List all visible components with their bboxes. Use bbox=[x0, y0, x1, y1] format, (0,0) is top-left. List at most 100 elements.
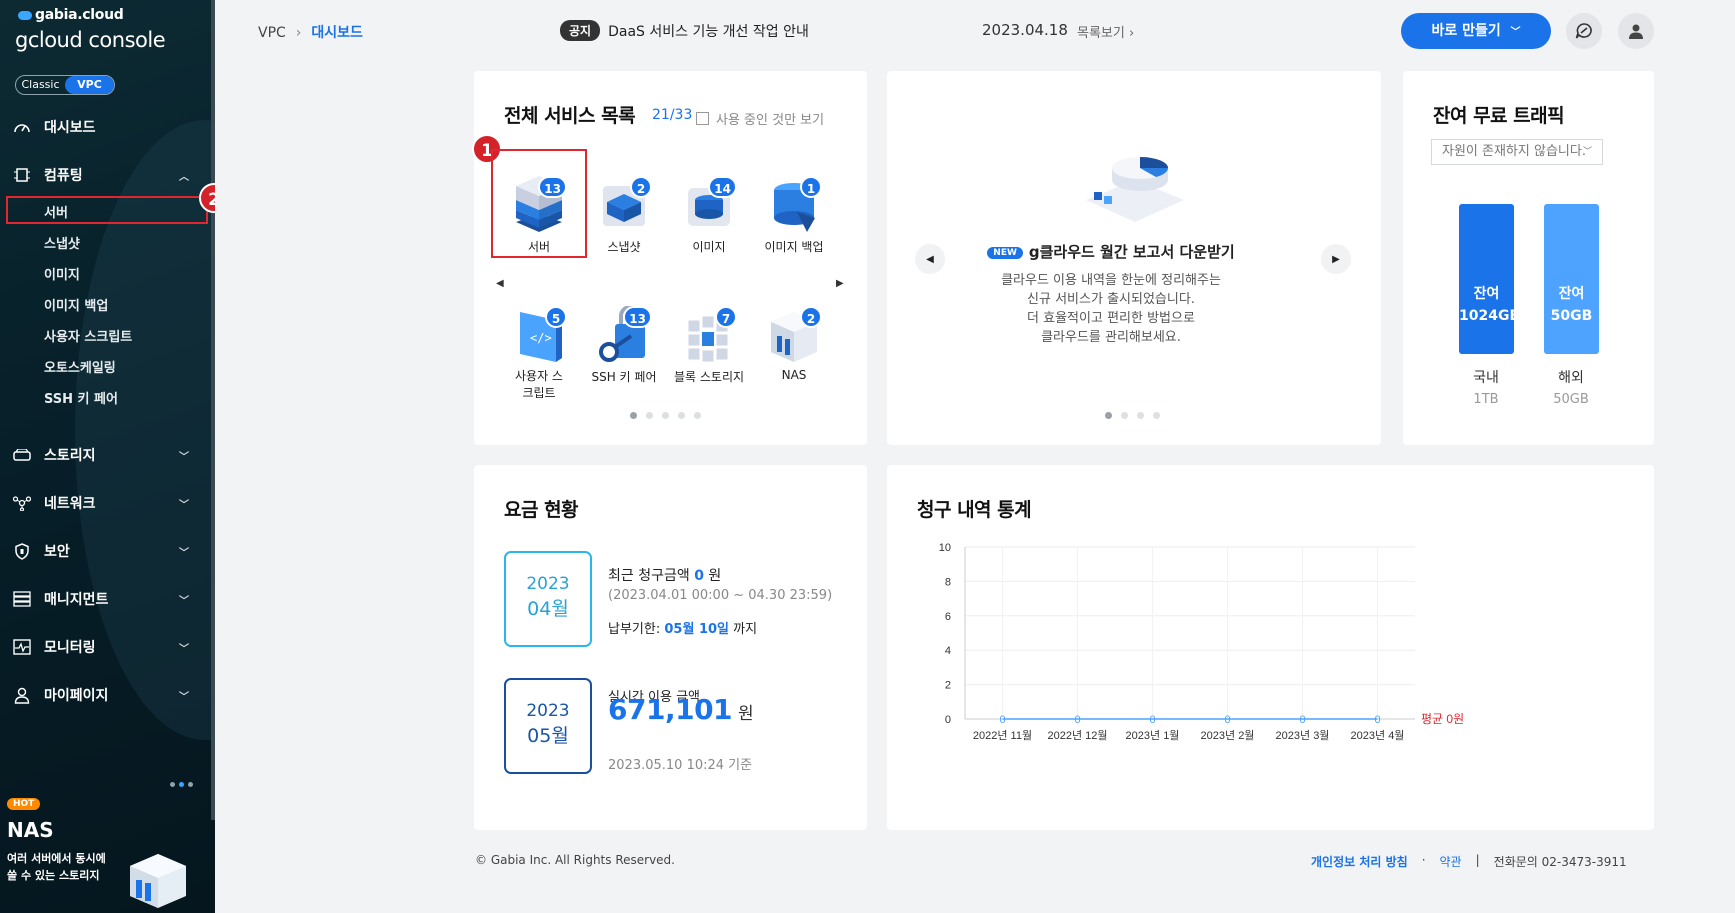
service-tile-image-backup[interactable]: 1 이미지 백업 bbox=[754, 176, 834, 255]
terms-link[interactable]: 약관 bbox=[1440, 853, 1462, 870]
env-classic[interactable]: Classic bbox=[16, 76, 65, 94]
sidebar-item-network[interactable]: 네트워크 ﹀ bbox=[12, 491, 197, 515]
x-tick-label: 2022년 12월 bbox=[1047, 729, 1107, 742]
sidebar-subitem-image-backup[interactable]: 이미지 백업 bbox=[44, 295, 108, 314]
y-tick-label: 10 bbox=[939, 542, 951, 554]
env-vpc[interactable]: VPC bbox=[65, 76, 114, 94]
footer-dot: · bbox=[1421, 853, 1426, 867]
billing-chart-card: 청구 내역 통계 0 2 4 6 8 10 2022년 11월 2022년 12월 2023년 … bbox=[887, 465, 1654, 830]
service-list-card: 전체 서비스 목록 21/33 사용 중인 것만 보기 1 13 서버 2 스냅… bbox=[472, 71, 867, 445]
sidebar-item-dashboard[interactable]: 대시보드 bbox=[12, 115, 197, 139]
sidebar-subitem-autoscaling[interactable]: 오토스케일링 bbox=[44, 357, 116, 376]
sidebar-label: 매니지먼트 bbox=[44, 592, 109, 608]
traffic-label-overseas: 해외 bbox=[1558, 370, 1584, 386]
notice-text[interactable]: DaaS 서비스 기능 개선 작업 안내 bbox=[608, 21, 809, 41]
traffic-total-domestic: 1TB bbox=[1473, 392, 1499, 407]
data-label: 0 bbox=[999, 714, 1005, 726]
sidebar-subitem-image[interactable]: 이미지 bbox=[44, 264, 80, 283]
due-date: 납부기한: 05월 10일 까지 bbox=[608, 622, 758, 637]
data-label: 0 bbox=[1374, 714, 1380, 726]
sidebar-item-storage[interactable]: 스토리지 ﹀ bbox=[12, 443, 197, 467]
server-rack-icon bbox=[12, 590, 32, 608]
sidebar-label: 마이페이지 bbox=[44, 688, 109, 704]
monitor-pulse-icon bbox=[12, 638, 32, 656]
y-tick-label: 0 bbox=[945, 714, 951, 726]
service-label: 서버 bbox=[527, 240, 551, 254]
sidebar: gabia.cloud gcloud console Classic VPC 대… bbox=[0, 0, 215, 913]
notice[interactable]: 공지 DaaS 서비스 기능 개선 작업 안내 bbox=[560, 20, 809, 41]
x-tick-label: 2023년 2월 bbox=[1201, 729, 1255, 742]
fee-status-card: 요금 현황 2023 04월 최근 청구금액 0 원 (2023.04.01 00… bbox=[474, 465, 867, 830]
sidebar-subitem-snapshot[interactable]: 스냅샷 bbox=[44, 233, 80, 252]
service-tile-image[interactable]: 14 이미지 bbox=[669, 176, 749, 255]
service-tile-snapshot[interactable]: 2 스냅샷 bbox=[584, 176, 664, 255]
resource-select[interactable]: 자원이 존재하지 않습니다. ﹀ bbox=[1431, 139, 1603, 165]
env-toggle[interactable]: Classic VPC bbox=[15, 75, 115, 95]
carousel-prev-icon[interactable]: ◀ bbox=[496, 278, 504, 289]
sidebar-scrollbar[interactable] bbox=[211, 0, 215, 820]
chevron-down-icon: ﹀ bbox=[1510, 27, 1521, 38]
privacy-link[interactable]: 개인정보 처리 방침 bbox=[1311, 853, 1408, 870]
count-badge: 13 bbox=[538, 176, 567, 198]
count-badge: 7 bbox=[715, 306, 737, 328]
chip-icon bbox=[12, 166, 32, 184]
notice-more-link[interactable]: 목록보기 › bbox=[1077, 22, 1134, 41]
brand-logo[interactable]: gabia.cloud bbox=[18, 7, 124, 23]
service-tile-ssh-keypair[interactable]: 13 SSH 키 페어 bbox=[584, 305, 664, 385]
fee-status-title: 요금 현황 bbox=[504, 499, 579, 521]
sidebar-subitem-ssh-keypair[interactable]: SSH 키 페어 bbox=[44, 388, 118, 407]
service-tile-block-storage[interactable]: 7 블록 스토리지 bbox=[669, 306, 749, 385]
banner-pagination[interactable] bbox=[1105, 412, 1160, 419]
quick-create-button[interactable]: 바로 만들기 ﹀ bbox=[1401, 13, 1551, 49]
service-tile-server[interactable]: 13 서버 bbox=[499, 176, 579, 255]
promo-banner[interactable]: HOT NAS 여러 서버에서 동시에 쓸 수 있는 스토리지 bbox=[0, 760, 211, 913]
active-only-checkbox[interactable]: 사용 중인 것만 보기 bbox=[696, 109, 824, 128]
phone-contact: 전화문의 02-3473-3911 bbox=[1493, 855, 1627, 869]
service-tile-nas[interactable]: 2 NAS bbox=[754, 306, 834, 382]
user-icon bbox=[1629, 24, 1643, 39]
y-tick-label: 6 bbox=[945, 611, 951, 623]
service-label: SSH 키 페어 bbox=[591, 370, 657, 384]
sidebar-item-mypage[interactable]: 마이페이지 ﹀ bbox=[12, 683, 197, 707]
sidebar-item-management[interactable]: 매니지먼트 ﹀ bbox=[12, 587, 197, 611]
sidebar-item-security[interactable]: 보안 ﹀ bbox=[12, 539, 197, 563]
notice-date: 2023.04.18 bbox=[982, 21, 1068, 39]
nas-cube-icon bbox=[130, 854, 186, 908]
free-traffic-title: 잔여 무료 트래픽 bbox=[1433, 105, 1565, 127]
sidebar-label: 대시보드 bbox=[44, 120, 96, 136]
service-label: 스냅샷 bbox=[607, 240, 641, 254]
service-label: NAS bbox=[781, 368, 807, 382]
chevron-up-icon: ︿ bbox=[179, 171, 189, 183]
promo-pagination[interactable] bbox=[170, 782, 193, 787]
sidebar-subitem-user-script[interactable]: 사용자 스크립트 bbox=[44, 326, 132, 345]
promo-desc: 여러 서버에서 동시에 쓸 수 있는 스토리지 bbox=[7, 852, 106, 882]
service-pagination[interactable] bbox=[630, 412, 701, 419]
svg-text:</>: </> bbox=[530, 331, 552, 345]
service-tile-user-script[interactable]: </> 5 사용자 스크립트 bbox=[499, 306, 579, 402]
promo-title: NAS bbox=[7, 818, 54, 842]
chevron-right-icon: › bbox=[1128, 26, 1135, 41]
console-title[interactable]: gcloud console bbox=[15, 28, 166, 52]
chat-bubble-icon bbox=[1575, 23, 1592, 39]
shield-icon bbox=[12, 542, 32, 560]
breadcrumb-current[interactable]: 대시보드 bbox=[311, 25, 363, 41]
sidebar-item-computing[interactable]: 컴퓨팅 ︿ bbox=[12, 163, 197, 187]
breadcrumb-separator: › bbox=[295, 25, 302, 41]
count-badge: 13 bbox=[623, 306, 652, 328]
footer-divider: | bbox=[1475, 853, 1480, 867]
checkbox-icon bbox=[696, 112, 709, 125]
chat-button[interactable] bbox=[1566, 13, 1602, 49]
sidebar-item-monitoring[interactable]: 모니터링 ﹀ bbox=[12, 635, 197, 659]
current-month-box: 2023 05월 bbox=[504, 678, 592, 774]
data-label: 0 bbox=[1149, 714, 1155, 726]
sidebar-label: 보안 bbox=[44, 544, 70, 560]
free-traffic-card: 잔여 무료 트래픽 자원이 존재하지 않습니다. ﹀ 잔여 1024GB 잔여 50G… bbox=[1403, 71, 1654, 445]
average-annotation: 평균 0원 bbox=[1421, 712, 1464, 726]
billing-period: (2023.04.01 00:00 ~ 04.30 23:59) bbox=[608, 588, 833, 603]
breadcrumb-root[interactable]: VPC bbox=[258, 25, 286, 41]
carousel-next-icon[interactable]: ▶ bbox=[836, 278, 844, 289]
report-banner-card[interactable]: ◀ ▶ NEW g클라우드 월간 보고서 다운받기 클라우드 이용 내역을 한눈에… bbox=[887, 71, 1381, 445]
banner-title[interactable]: NEW g클라우드 월간 보고서 다운받기 bbox=[887, 241, 1335, 262]
traffic-label-domestic: 국내 bbox=[1473, 370, 1499, 386]
profile-button[interactable] bbox=[1618, 13, 1654, 49]
